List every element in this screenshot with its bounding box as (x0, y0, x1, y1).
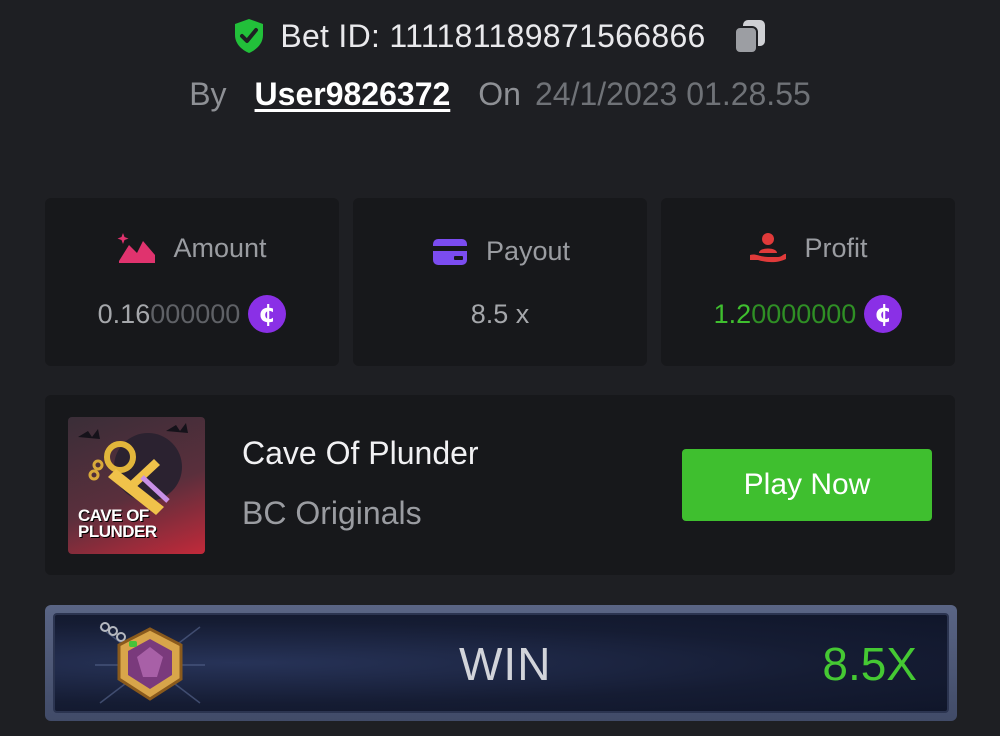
bet-id-row: Bet ID: 111181189871566866 (0, 14, 1000, 58)
stat-profit: Profit 1.20000000 ¢ (661, 198, 955, 366)
on-label: On (478, 75, 521, 112)
stat-amount: Amount 0.16000000 ¢ (45, 198, 339, 366)
amount-value-trailing: 000000 (150, 298, 241, 329)
coin-icon: ¢ (864, 295, 903, 333)
stat-amount-label: Amount (173, 232, 267, 263)
payout-icon (432, 238, 467, 265)
by-label: By (189, 75, 227, 112)
result-banner: WIN 8.5X (45, 605, 957, 721)
payout-value: 8.5 x (470, 298, 530, 329)
stat-profit-label: Profit (804, 232, 868, 263)
stat-payout-label: Payout (485, 236, 571, 266)
amount-value: 0.16 (97, 298, 151, 329)
game-card: CAVE OF PLUNDER Cave Of Plunder BC Origin… (45, 395, 955, 575)
game-title: Cave Of Plunder (242, 435, 479, 471)
amulet-icon (95, 622, 205, 704)
bet-stats: Amount 0.16000000 ¢ Payout 8.5 x Profit … (45, 198, 955, 366)
profit-icon (750, 233, 787, 263)
game-thumbnail[interactable]: CAVE OF PLUNDER (68, 417, 205, 554)
coin-icon: ¢ (248, 295, 287, 333)
bet-id: Bet ID: 111181189871566866 (280, 17, 706, 54)
result-multiplier: 8.5X (822, 638, 917, 690)
username-link[interactable]: User9826372 (255, 76, 451, 113)
play-now-button[interactable]: Play Now (682, 449, 932, 521)
copy-icon[interactable] (732, 17, 768, 55)
verified-shield-icon (235, 19, 264, 53)
amount-icon (117, 233, 156, 263)
profit-value: 1.2 (713, 298, 752, 329)
result-label: WIN (459, 638, 552, 690)
profit-value-trailing: 0000000 (751, 298, 857, 329)
bet-meta-row: By User9826372 On 24/1/2023 01.28.55 (0, 72, 1000, 116)
game-provider: BC Originals (242, 495, 422, 531)
stat-payout: Payout 8.5 x (353, 198, 647, 366)
thumbnail-text: CAVE OF PLUNDER (78, 506, 157, 541)
bet-timestamp: 24/1/2023 01.28.55 (534, 75, 811, 112)
